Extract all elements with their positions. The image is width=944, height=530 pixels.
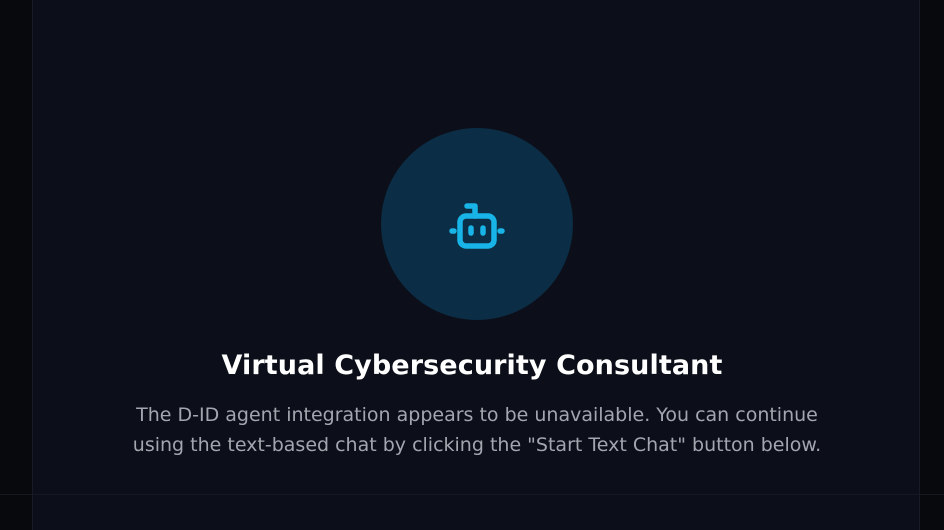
page-title: Virtual Cybersecurity Consultant	[221, 350, 723, 381]
unavailable-message: The D-ID agent integration appears to be…	[132, 404, 822, 456]
page: Virtual Cybersecurity Consultant The D-I…	[0, 0, 944, 530]
divider	[0, 494, 944, 495]
robot-head	[457, 213, 497, 249]
robot-icon	[449, 203, 505, 249]
agent-avatar	[381, 128, 573, 320]
